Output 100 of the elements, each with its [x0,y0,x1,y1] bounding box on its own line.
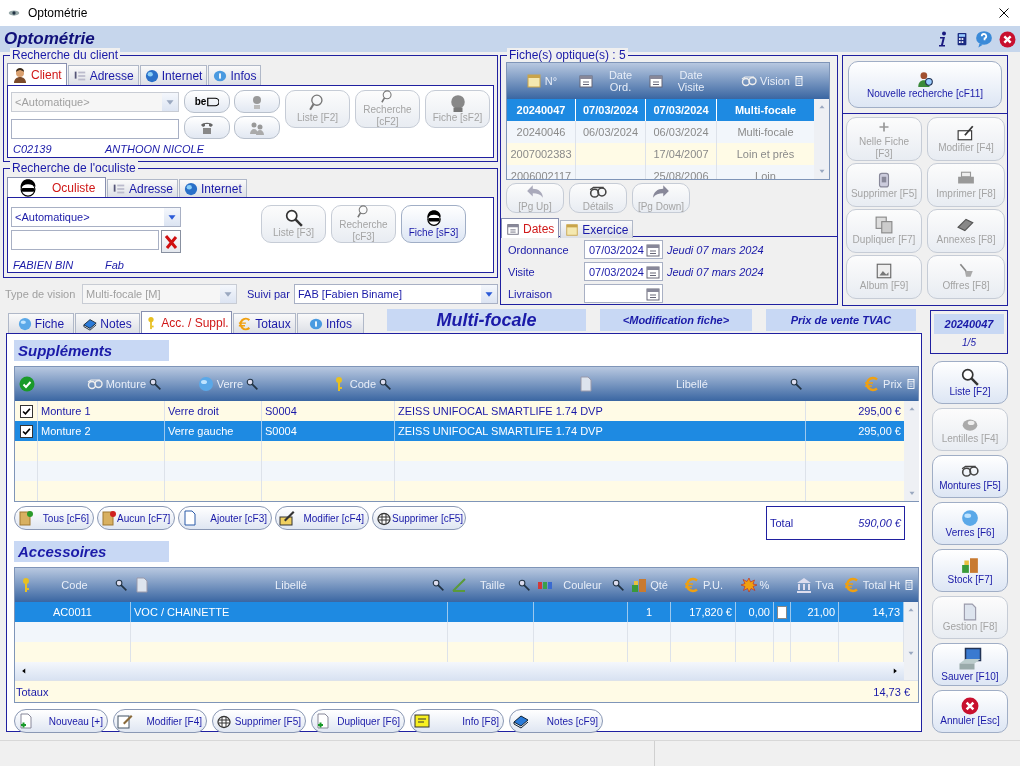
book-icon [513,713,529,729]
date-field[interactable] [584,284,663,303]
column-header: Code [61,579,88,591]
add-button[interactable]: Ajouter [cF3] [178,506,272,530]
people-button[interactable] [234,116,280,139]
search-icon[interactable] [149,377,162,391]
tab[interactable]: Exercice [560,220,634,238]
id-card-button[interactable]: be [184,90,230,113]
select-none-button[interactable]: Aucun [cF7] [97,506,175,530]
person-icon [424,209,443,227]
totals-value: 14,73 € [873,685,910,698]
note-icon [414,713,430,729]
table-row[interactable]: Monture 2 Verre gauche S0004 ZEISS UNIFOCAL SMARTLIFE 1.74 DVP 295,00 € [15,421,904,441]
duplicate-button[interactable]: Dupliquer [F6] [311,709,405,733]
search-field[interactable] [11,119,179,139]
search-icon[interactable] [379,377,392,391]
calendar-icon [578,73,594,89]
eye-icon [6,7,22,19]
table-row[interactable]: 20240047 07/03/2024 07/03/2024 Multi-focale [507,99,814,121]
calculator-icon[interactable] [955,31,969,47]
folder-icon [101,510,117,526]
info-icon [213,68,228,83]
scrollbar[interactable] [904,602,918,680]
tab[interactable]: Internet [179,179,247,197]
tab[interactable]: Adresse [107,179,179,197]
frames-button[interactable]: Montures [F5] [932,455,1008,498]
tab[interactable]: Adresse [67,65,139,85]
edit-icon [279,510,295,526]
search-icon[interactable] [612,578,625,592]
date-field[interactable]: 07/03/2024 [584,262,663,281]
stock-icon [961,555,979,574]
search-icon[interactable] [518,578,531,592]
search-icon[interactable] [432,578,445,592]
tab[interactable]: Totaux [233,313,296,333]
field-label: Suivi par [247,288,291,300]
tab[interactable]: Infos [208,65,262,85]
new-button[interactable]: Nouveau [+] [14,709,108,733]
tab[interactable]: Client [7,63,67,85]
help-icon[interactable] [974,30,994,48]
person-icon [12,66,28,83]
scrollbar[interactable] [814,99,829,179]
section-title: Suppléments [14,340,169,361]
calendar-icon [645,241,661,258]
computer-icon [958,646,982,671]
lens-icon [17,316,32,331]
scrollbar[interactable] [904,401,919,501]
select-all-button[interactable]: Tous [cF6] [14,506,94,530]
column-header: P.U. [703,579,723,591]
ruler-icon [451,577,467,593]
record-button[interactable]: Fiche [sF3] [401,205,466,243]
new-search-button[interactable]: Nouvelle recherche [cF11] [848,61,1002,108]
field-label: Livraison [508,287,554,300]
tab[interactable]: Acc. / Suppl. [141,311,232,333]
column-header: N° [544,75,558,87]
search-icon[interactable] [790,377,803,391]
table-row[interactable]: 2007002383 17/04/2007 Loin et près [507,143,814,165]
tab[interactable]: Dates [501,218,560,238]
check-icon [18,376,35,392]
record-position: 1/5 [961,337,977,348]
oculist-select[interactable]: <Automatique> [11,207,181,227]
delete-button[interactable]: Supprimer [F5] [212,709,306,733]
checkbox[interactable] [19,404,33,418]
page-icon [182,510,198,526]
date-text: Jeudi 07 mars 2024 [667,265,764,278]
glasses-lens-button[interactable]: Verres [F6] [932,502,1008,545]
person-icon [448,94,467,112]
info-button[interactable]: Info [F8] [410,709,504,733]
tab[interactable]: Infos [297,313,364,333]
search-icon[interactable] [246,377,259,391]
search-field[interactable] [11,230,159,250]
cancel-button[interactable]: Annuler [Esc] [932,690,1008,733]
table-row[interactable]: Monture 1 Verre droit S0004 ZEISS UNIFOCAL SMARTLIFE 1.74 DVP 295,00 € [15,401,904,421]
person-button[interactable] [234,90,280,113]
tab[interactable]: Oculiste [7,177,106,197]
field-label: Visite [508,265,536,278]
tab[interactable]: Notes [75,313,140,333]
checkbox[interactable] [19,424,33,438]
record-number: 20240047 [934,314,1004,334]
calendar-icon [525,73,542,89]
close-icon[interactable] [999,30,1016,48]
list-button[interactable]: Liste [F2] [932,361,1008,404]
followed-by-select[interactable]: FAB [Fabien Biname] [294,284,498,304]
save-button[interactable]: Sauver [F10] [932,643,1008,686]
page-icon [315,713,331,729]
clear-button[interactable] [160,230,181,253]
search-icon [284,209,303,227]
date-field[interactable]: 07/03/2024 [584,240,663,259]
table-row[interactable]: AC0011 VOC / CHAINETTE 1 17,820 € 0,00 21,00 14,73 [15,602,904,622]
tab[interactable]: Fiche [8,313,74,333]
search-icon[interactable] [115,578,128,592]
euro-icon [238,316,253,331]
edit-button[interactable]: Modifier [F4] [113,709,207,733]
stock-button[interactable]: Stock [F7] [932,549,1008,592]
phone-button[interactable] [184,116,230,139]
delete-button[interactable]: Supprimer [cF5] [372,506,466,530]
notes-button[interactable]: Notes [cF9] [509,709,603,733]
tab[interactable]: Internet [139,65,208,85]
checkbox[interactable] [777,605,787,619]
scrollbar[interactable] [15,662,904,680]
edit-button[interactable]: Modifier [cF4] [275,506,369,530]
